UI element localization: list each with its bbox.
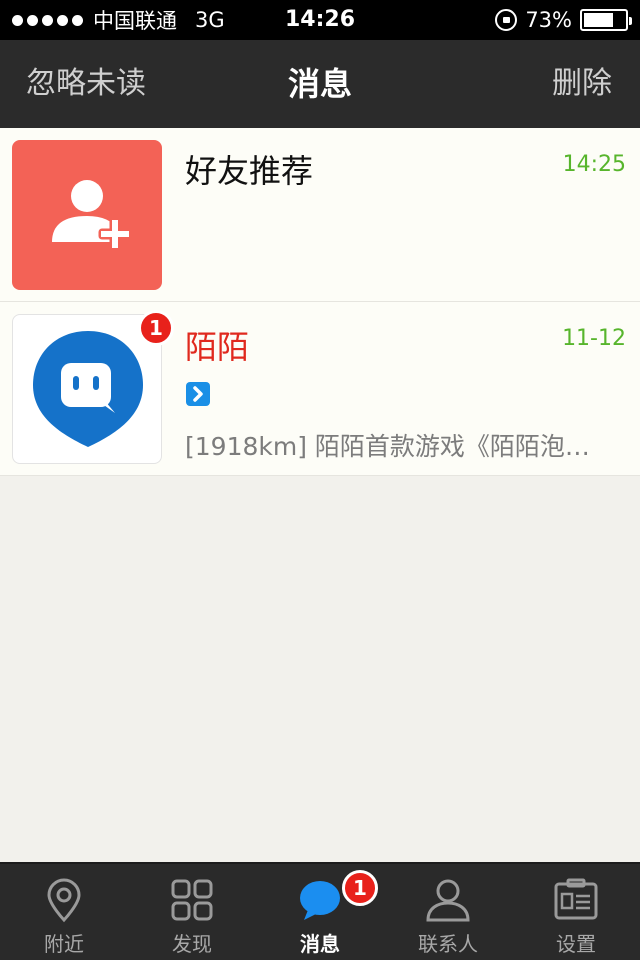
tab-nearby[interactable]: 附近 bbox=[0, 864, 128, 960]
status-bar: 中国联通 3G 14:26 73% bbox=[0, 0, 640, 40]
location-pin-icon bbox=[47, 878, 81, 923]
battery-icon bbox=[580, 9, 632, 31]
add-user-icon bbox=[52, 180, 132, 251]
unread-badge: 1 bbox=[342, 870, 378, 906]
message-time: 11-12 bbox=[562, 326, 626, 351]
message-row-momo[interactable]: 1 陌陌 11-12 [1918km] 陌陌首款游戏《陌陌泡… bbox=[0, 302, 640, 476]
tab-settings[interactable]: 设置 bbox=[512, 864, 640, 960]
message-time: 14:25 bbox=[562, 152, 626, 177]
tab-discover[interactable]: 发现 bbox=[128, 864, 256, 960]
tab-label: 消息 bbox=[300, 932, 340, 956]
status-right: 73% bbox=[495, 0, 632, 40]
tab-messages[interactable]: 消息 1 bbox=[256, 864, 384, 960]
battery-percent: 73% bbox=[525, 8, 572, 32]
unread-badge: 1 bbox=[138, 310, 174, 346]
person-icon bbox=[426, 879, 470, 922]
tab-bar: 附近 发现 消息 1 联系人 设置 bbox=[0, 862, 640, 960]
message-list: 好友推荐 14:25 1 陌陌 11-12 [1918km] 陌陌首款游戏《陌陌… bbox=[0, 128, 640, 476]
message-title: 陌陌 bbox=[185, 328, 250, 366]
tab-label: 附近 bbox=[44, 932, 84, 956]
tab-contacts[interactable]: 联系人 bbox=[384, 864, 512, 960]
grid-icon bbox=[171, 879, 213, 921]
delete-button[interactable]: 删除 bbox=[552, 40, 612, 128]
chat-bubble-icon bbox=[300, 881, 340, 920]
tab-label: 联系人 bbox=[418, 932, 478, 956]
nav-bar: 忽略未读 消息 删除 bbox=[0, 40, 640, 128]
page-title: 消息 bbox=[287, 65, 352, 103]
avatar bbox=[12, 140, 162, 290]
tab-label: 发现 bbox=[172, 932, 212, 956]
message-title: 好友推荐 bbox=[185, 152, 314, 190]
message-preview: [1918km] 陌陌首款游戏《陌陌泡… bbox=[185, 432, 590, 461]
chevron-right-icon bbox=[186, 382, 210, 406]
message-row-friend-recommend[interactable]: 好友推荐 14:25 bbox=[0, 128, 640, 302]
id-card-icon bbox=[554, 878, 598, 920]
tab-label: 设置 bbox=[556, 932, 596, 956]
rotation-lock-icon bbox=[495, 9, 518, 31]
